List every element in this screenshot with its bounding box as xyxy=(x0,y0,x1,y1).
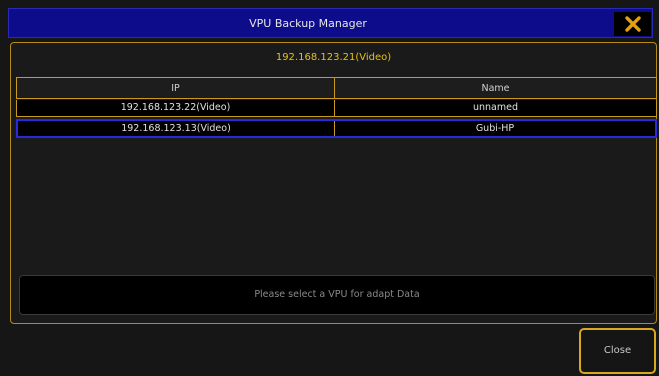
close-button[interactable]: Close xyxy=(579,328,656,374)
row-ip-cell[interactable]: 192.168.123.13(Video) xyxy=(18,121,335,136)
window-title: VPU Backup Manager xyxy=(249,17,367,30)
table-row[interactable]: 192.168.123.22(Video) unnamed xyxy=(16,100,657,117)
row-name-cell[interactable]: Gubi-HP xyxy=(335,121,655,136)
column-header-ip[interactable]: IP xyxy=(16,77,335,99)
title-bar: VPU Backup Manager xyxy=(8,8,653,38)
table-header-row: IP Name xyxy=(16,77,657,99)
table-row-selected[interactable]: 192.168.123.13(Video) Gubi-HP xyxy=(16,119,657,138)
current-vpu-label: 192.168.123.21(Video) xyxy=(275,52,392,63)
backup-panel: 192.168.123.21(Video) IP Name 192.168.12… xyxy=(10,42,657,324)
row-name-cell[interactable]: unnamed xyxy=(335,100,657,117)
close-window-button[interactable] xyxy=(614,12,651,36)
vpu-table: IP Name 192.168.123.22(Video) unnamed 19… xyxy=(16,77,657,138)
row-ip-cell[interactable]: 192.168.123.22(Video) xyxy=(16,100,335,117)
column-header-name[interactable]: Name xyxy=(335,77,657,99)
close-x-icon xyxy=(624,16,641,32)
status-message: Please select a VPU for adapt Data xyxy=(19,275,655,315)
